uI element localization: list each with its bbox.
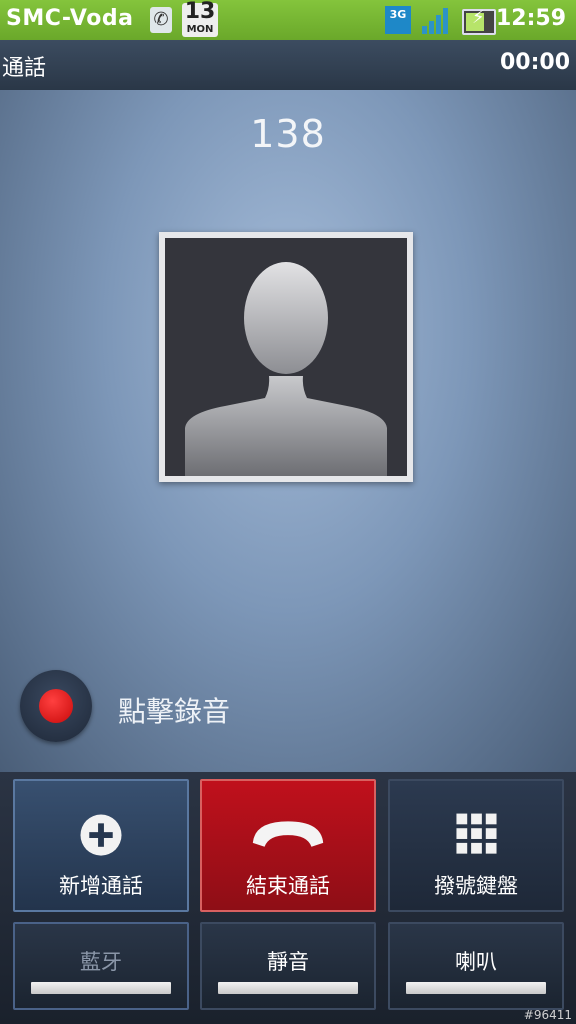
speaker-indicator-bar: [406, 982, 546, 994]
dialpad-icon: [456, 813, 497, 854]
end-call-label: 結束通話: [246, 874, 330, 898]
calendar-icon: 13 MON: [182, 0, 218, 37]
calendar-weekday: MON: [186, 24, 214, 35]
mute-button[interactable]: 靜音: [200, 922, 376, 1010]
carrier-name: SMC-Voda: [6, 6, 134, 31]
network-3g-icon: 3G: [385, 6, 411, 34]
caller-number: 138: [250, 112, 326, 156]
call-controls: 新增通話 結束通話 撥號鍵盤 藍牙 靜音 喇叭 #96411: [0, 772, 576, 1024]
contact-photo: [159, 232, 413, 482]
speaker-button[interactable]: 喇叭: [388, 922, 564, 1010]
add-call-button[interactable]: 新增通話: [13, 779, 189, 912]
hang-up-icon: [252, 821, 324, 847]
end-call-button[interactable]: 結束通話: [200, 779, 376, 912]
bluetooth-indicator-bar: [31, 982, 171, 994]
plus-circle-icon: [80, 814, 122, 856]
bluetooth-button[interactable]: 藍牙: [13, 922, 189, 1010]
phone-call-icon: ✆: [150, 7, 172, 33]
call-area: 138 點擊錄音: [0, 90, 576, 772]
bluetooth-label: 藍牙: [80, 950, 122, 974]
call-timer: 00:00: [499, 50, 570, 75]
status-clock: 12:59: [495, 6, 566, 31]
status-bar: SMC-Voda ✆ 13 MON 3G ⚡ 12:59: [0, 0, 576, 40]
calendar-day: 13: [184, 0, 216, 24]
mute-indicator-bar: [218, 982, 358, 994]
page-title: 通話: [2, 56, 47, 81]
battery-charging-icon: ⚡: [462, 7, 496, 35]
record-button[interactable]: [20, 670, 92, 742]
record-label[interactable]: 點擊錄音: [118, 690, 230, 730]
title-bar: 通話 00:00: [0, 40, 576, 90]
network-type: 3G: [389, 8, 407, 21]
mute-label: 靜音: [267, 950, 309, 974]
record-dot-icon: [39, 689, 73, 723]
dialpad-button[interactable]: 撥號鍵盤: [388, 779, 564, 912]
add-call-label: 新增通話: [59, 874, 143, 898]
signal-icon: [422, 8, 450, 34]
watermark: #96411: [523, 1008, 572, 1022]
dialpad-label: 撥號鍵盤: [434, 874, 518, 898]
person-placeholder-icon: [165, 238, 407, 476]
speaker-label: 喇叭: [455, 950, 497, 974]
